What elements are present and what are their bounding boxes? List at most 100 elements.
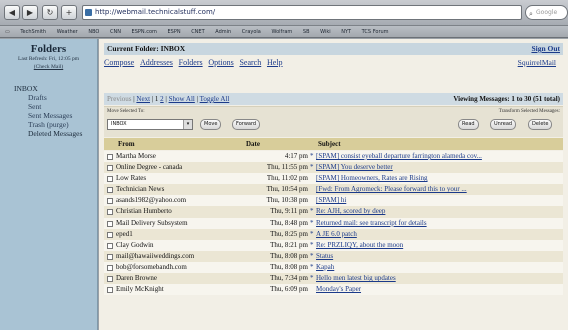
site-favicon <box>85 9 92 16</box>
message-subject[interactable]: [SPAM] hi <box>316 195 562 206</box>
pager-next[interactable]: Next <box>136 95 150 103</box>
bookmark-item[interactable]: Wiki <box>320 26 331 37</box>
forward-message-button[interactable]: Forward <box>232 119 261 130</box>
folder-sent-messages[interactable]: Sent Messages <box>14 111 97 120</box>
message-from: Low Rates <box>116 174 147 183</box>
row-checkbox[interactable] <box>107 253 113 260</box>
message-subject[interactable]: A JE 6.0 patch <box>316 229 562 240</box>
row-checkbox[interactable] <box>107 220 113 227</box>
message-subject[interactable]: Monday's Paper <box>316 284 562 295</box>
current-folder-bar: Current Folder: INBOX Sign Out <box>104 43 563 55</box>
message-flag: * <box>310 274 314 283</box>
nav-addresses[interactable]: Addresses <box>140 58 173 67</box>
column-date[interactable]: Date <box>246 138 260 150</box>
message-row[interactable]: asands1982@yahoo.com Thu, 10:38 pm [SPAM] … <box>104 195 563 207</box>
message-row[interactable]: mail@hawaiiweddings.com Thu, 8:08 pm * Stat… <box>104 250 563 262</box>
delete-button[interactable]: Delete <box>528 119 553 130</box>
nav-folders[interactable]: Folders <box>179 58 203 67</box>
folder-drafts[interactable]: Drafts <box>14 93 97 102</box>
bookmark-item[interactable]: NBO <box>88 26 99 37</box>
nav-compose[interactable]: Compose <box>104 58 134 67</box>
message-row[interactable]: Clay Godwin Thu, 8:21 pm * Re: PRZLIQY, abo… <box>104 239 563 251</box>
move-button[interactable]: Move <box>200 119 222 130</box>
bookmark-item[interactable]: Weather <box>57 26 78 37</box>
message-row[interactable]: Online Degree - canada Thu, 11:55 pm * [SPA… <box>104 162 563 174</box>
row-checkbox[interactable] <box>107 187 113 194</box>
mark-read-button[interactable]: Read <box>458 119 479 130</box>
message-subject[interactable]: [Fwd: From Agromeck: Please forward this… <box>316 184 562 195</box>
nav-help[interactable]: Help <box>267 58 283 67</box>
message-subject[interactable]: Kapah <box>316 262 562 273</box>
row-checkbox[interactable] <box>107 198 113 205</box>
pager-toggle-all[interactable]: Toggle All <box>200 95 230 103</box>
forward-button[interactable]: ▶ <box>22 5 38 20</box>
squirrelmail-link[interactable]: SquirrelMail <box>518 58 556 67</box>
bookmark-item[interactable]: CNN <box>110 26 121 37</box>
row-checkbox[interactable] <box>107 154 113 160</box>
folder-deleted-messages[interactable]: Deleted Messages <box>14 129 97 138</box>
message-date: Thu, 8:08 pm <box>270 262 308 271</box>
nav-options[interactable]: Options <box>208 58 233 67</box>
message-row[interactable]: Mail Delivery Subsystem Thu, 8:48 pm * Retu… <box>104 217 563 229</box>
message-flag: * <box>310 207 314 216</box>
row-checkbox[interactable] <box>107 276 113 283</box>
pager-show-all[interactable]: Show All <box>169 95 195 103</box>
mark-unread-button[interactable]: Unread <box>490 119 517 130</box>
bookmark-item[interactable]: Wolfram <box>271 26 292 37</box>
row-checkbox[interactable] <box>107 264 113 271</box>
move-folder-select[interactable]: INBOX ▾ <box>107 119 193 130</box>
address-bar[interactable]: http://webmail.technicalstuff.com/ <box>82 5 522 20</box>
message-subject[interactable]: Returned mail: see transcript for detail… <box>316 218 562 229</box>
message-row[interactable]: Emily McKnight Thu, 6:09 pm Monday's Paper <box>104 284 563 296</box>
message-row[interactable]: Low Rates Thu, 11:02 pm [SPAM] Homeowners,… <box>104 173 563 185</box>
bookmark-item[interactable]: SB <box>303 26 310 37</box>
row-checkbox[interactable] <box>107 231 113 238</box>
pager-page-2[interactable]: 2 <box>160 95 164 103</box>
message-row[interactable]: Christian Humberto Thu, 9:11 pm * Re: AJH, … <box>104 206 563 218</box>
bookmark-item[interactable]: Admin <box>215 26 231 37</box>
message-subject[interactable]: [SPAM] You deserve better <box>316 162 562 173</box>
back-button[interactable]: ◀ <box>4 5 20 20</box>
message-row[interactable]: eped1 Thu, 8:25 pm * A JE 6.0 patch <box>104 228 563 240</box>
message-pane: Current Folder: INBOX Sign Out Compose A… <box>99 39 568 330</box>
bookmarks-book-icon[interactable]: ▭ <box>5 26 10 37</box>
search-field[interactable]: ⌕ Google <box>525 5 568 20</box>
bookmark-item[interactable]: NYT <box>341 26 351 37</box>
column-from[interactable]: From <box>118 138 135 150</box>
folder-inbox[interactable]: INBOX <box>14 84 97 93</box>
bookmark-item[interactable]: ESPN <box>168 26 181 37</box>
message-from: Martha Morse <box>116 152 156 160</box>
message-subject[interactable]: Re: AJH, scored by deep <box>316 206 562 217</box>
message-subject[interactable]: Hello men latest big updates <box>316 273 562 284</box>
message-row[interactable]: Martha Morse 4:17 pm * [SPAM] consist eyeba… <box>104 151 563 163</box>
sign-out-link[interactable]: Sign Out <box>531 44 560 53</box>
row-checkbox[interactable] <box>107 287 113 294</box>
message-subject[interactable]: [SPAM] consist eyeball departure farring… <box>316 151 562 162</box>
column-subject[interactable]: Subject <box>318 138 341 150</box>
row-checkbox[interactable] <box>107 165 113 172</box>
reload-button[interactable]: ↻ <box>42 5 58 20</box>
message-row[interactable]: Technician News Thu, 10:54 pm [Fwd: From A… <box>104 184 563 196</box>
message-row[interactable]: bob@forsomebandh.com Thu, 8:08 pm * Kapah <box>104 261 563 274</box>
nav-search[interactable]: Search <box>239 58 261 67</box>
message-date: Thu, 11:02 pm <box>266 174 308 183</box>
folder-trash[interactable]: Trash (purge) <box>14 120 97 129</box>
folder-sent[interactable]: Sent <box>14 102 97 111</box>
bookmark-item[interactable]: ESPN.com <box>132 26 157 37</box>
main-nav: Compose Addresses Folders Options Search… <box>104 58 563 70</box>
message-date: Thu, 8:25 pm <box>270 229 308 238</box>
check-mail-link[interactable]: (Check Mail) <box>0 64 97 70</box>
row-checkbox[interactable] <box>107 176 113 183</box>
row-checkbox[interactable] <box>107 209 113 216</box>
bookmark-item[interactable]: TCS Forum <box>362 26 389 37</box>
message-subject[interactable]: [SPAM] Homeowners, Rates are Rising <box>316 173 562 184</box>
add-bookmark-button[interactable]: + <box>61 5 77 20</box>
bookmark-item[interactable]: CNET <box>191 26 204 37</box>
bookmark-item[interactable]: TechSmith <box>20 26 46 37</box>
bookmark-item[interactable]: Crayola <box>242 26 261 37</box>
message-subject[interactable]: Re: PRZLIQY, about the moon <box>316 240 562 251</box>
row-checkbox[interactable] <box>107 242 113 249</box>
transform-label: Transform Selected Messages: <box>498 109 560 114</box>
message-subject[interactable]: Status <box>316 251 562 262</box>
message-row[interactable]: Daren Browne Thu, 7:34 pm * Hello men lates… <box>104 273 563 285</box>
